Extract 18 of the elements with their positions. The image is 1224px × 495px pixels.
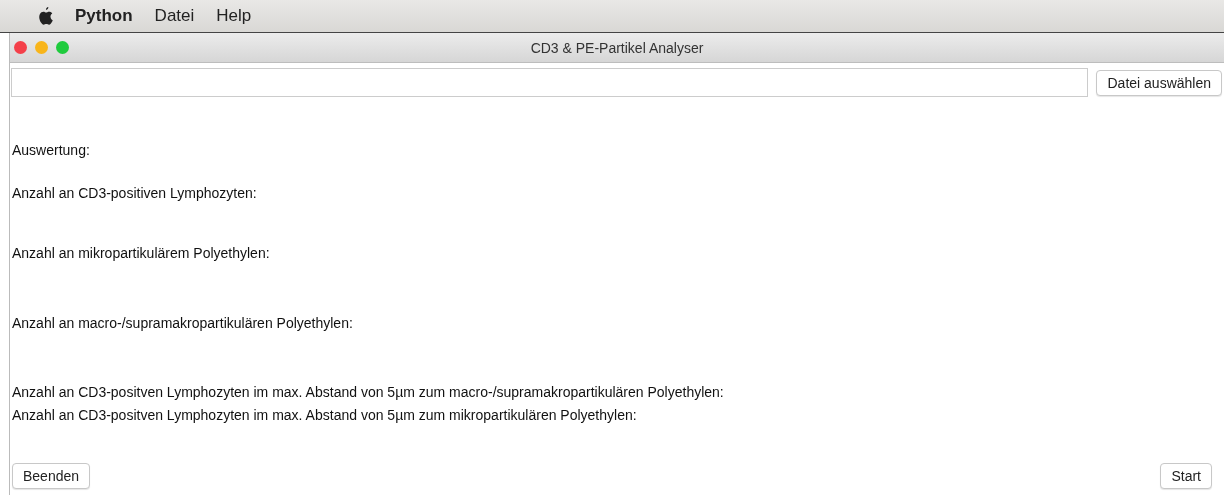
menu-item[interactable]: Datei xyxy=(154,6,195,26)
result-label: Anzahl an CD3-positven Lymphozyten im max. Abstand von 5µm zum mikropartikulären Polyethylen: xyxy=(12,407,637,423)
apple-icon[interactable] xyxy=(38,7,53,25)
action-button[interactable]: Start xyxy=(1160,463,1212,489)
close-icon[interactable] xyxy=(14,41,27,54)
action-button[interactable]: Beenden xyxy=(12,463,91,489)
result-label: Anzahl an CD3-positven Lymphozyten im max. Abstand von 5µm zum macro-/supramakropartikulären Polyethylen: xyxy=(12,384,724,400)
menu-item[interactable]: Help xyxy=(216,6,252,26)
minimize-icon[interactable] xyxy=(35,41,48,54)
result-label: Auswertung: xyxy=(12,142,90,158)
menu-item[interactable]: Python xyxy=(75,6,133,26)
window-title: CD3 & PE-Partikel Analyser xyxy=(530,39,704,56)
result-label: Anzahl an CD3-positiven Lymphozyten: xyxy=(12,185,257,201)
zoom-icon[interactable] xyxy=(56,41,69,54)
result-label: Anzahl an macro-/supramakropartikulären Polyethylen: xyxy=(12,315,353,331)
choose-file-button[interactable]: Datei auswählen xyxy=(1096,69,1222,96)
file-path-field[interactable] xyxy=(11,68,1089,97)
result-label: Anzahl an mikropartikulärem Polyethylen: xyxy=(12,245,270,261)
